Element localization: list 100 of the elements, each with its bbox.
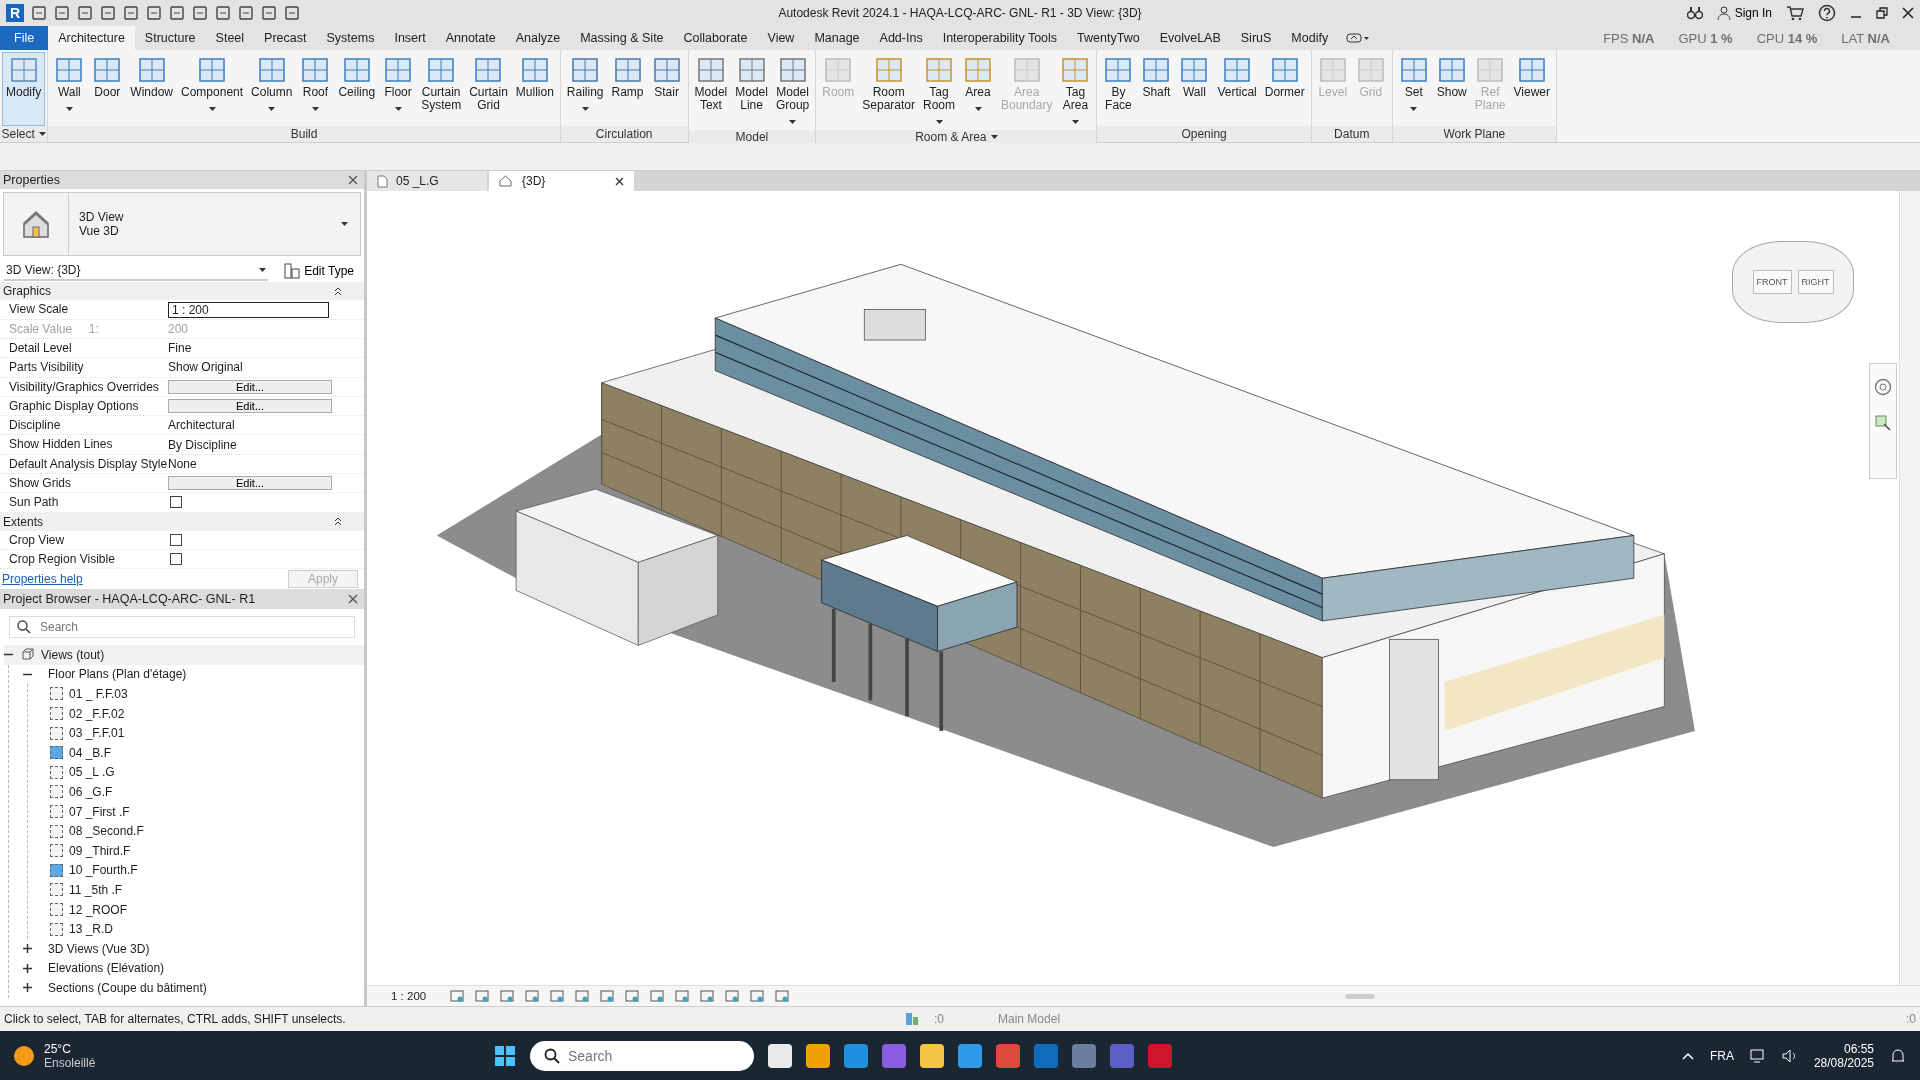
ribbon-tab[interactable]: Add-Ins [869, 26, 933, 50]
app-icon[interactable] [958, 1043, 982, 1068]
worksharing-icon[interactable] [904, 1011, 920, 1027]
ribbon-tool-button[interactable]: Model Group [771, 52, 814, 130]
ribbon-tool-button[interactable]: Model Text [690, 52, 732, 130]
toolbar-icon[interactable] [54, 5, 70, 21]
ribbon-tool-button[interactable]: Show [1432, 52, 1471, 126]
restore-icon[interactable] [1876, 7, 1888, 19]
view-scale-label[interactable]: 1 : 200 [391, 990, 427, 1002]
panel-toggle-icon[interactable] [1346, 32, 1371, 44]
document-tab[interactable]: 05 _L.G [367, 171, 487, 191]
tree-item[interactable]: 11 _5th .F [50, 880, 364, 900]
ribbon-tab[interactable]: Interoperability Tools [932, 26, 1068, 50]
ribbon-tool-button[interactable]: Dormer [1260, 52, 1309, 126]
zoom-icon[interactable] [1874, 414, 1892, 432]
ribbon-tool-button[interactable]: Modify [2, 52, 46, 126]
tree-item[interactable]: 10 _Fourth.F [50, 860, 364, 881]
ribbon-tab[interactable]: EvolveLAB [1149, 26, 1231, 50]
view-control-icon[interactable] [774, 988, 791, 1004]
panel-title[interactable]: Select [0, 126, 48, 142]
toolbar-icon[interactable] [77, 5, 93, 21]
app-icon[interactable] [920, 1043, 944, 1068]
checkbox[interactable] [170, 553, 182, 566]
document-tab[interactable]: {3D} [489, 171, 635, 191]
toolbar-icon[interactable] [192, 5, 208, 21]
property-value[interactable]: Architectural [168, 418, 235, 433]
checkbox[interactable] [170, 496, 182, 509]
app-logo[interactable]: R [6, 4, 24, 22]
view-control-icon[interactable] [524, 988, 541, 1004]
ribbon-tool-button[interactable]: Window [126, 52, 178, 126]
view-control-icon[interactable] [449, 988, 466, 1004]
view-control-icon[interactable] [649, 988, 666, 1004]
chevron-up-icon[interactable] [1681, 1051, 1694, 1060]
ribbon-tab[interactable]: File [0, 26, 49, 50]
view-control-icon[interactable] [749, 988, 766, 1004]
ribbon-tool-button[interactable]: Tag Room [919, 52, 959, 130]
ribbon-tool-button[interactable]: By Face [1099, 52, 1138, 126]
viewcube[interactable]: FRONT RIGHT [1732, 241, 1854, 323]
view-control-icon[interactable] [574, 988, 591, 1004]
tree-item[interactable]: 04 _B.F [50, 742, 364, 763]
ribbon-tab[interactable]: SiruS [1230, 26, 1282, 50]
viewcube-face-label[interactable]: RIGHT [1797, 270, 1834, 294]
ribbon-tab[interactable]: Systems [316, 26, 385, 50]
ribbon-tab[interactable]: View [757, 26, 805, 50]
collapse-icon[interactable] [334, 517, 342, 527]
sign-in-button[interactable]: Sign In [1716, 6, 1772, 20]
property-value[interactable]: None [168, 456, 197, 471]
toolbar-icon[interactable] [215, 5, 231, 21]
ribbon-tool-button[interactable]: Model Line [731, 52, 772, 130]
sun-icon[interactable] [14, 1045, 34, 1066]
ribbon-tab[interactable]: Manage [804, 26, 870, 50]
ribbon-tool-button[interactable]: Curtain Grid [465, 52, 512, 126]
ribbon-tab[interactable]: Steel [205, 26, 255, 50]
ribbon-tool-button[interactable]: Wall [1175, 52, 1214, 126]
tree-item[interactable]: Views (tout) [4, 645, 364, 665]
ribbon-tab[interactable]: Architecture [48, 26, 135, 50]
ribbon-tool-button[interactable]: Ceiling [334, 52, 380, 126]
toolbar-icon[interactable] [261, 5, 277, 21]
instance-dropdown[interactable]: 3D View: {3D} [4, 260, 269, 281]
app-icon[interactable] [806, 1043, 830, 1068]
tree-item[interactable]: 09 _Third.F [50, 840, 364, 861]
view-control-icon[interactable] [699, 988, 716, 1004]
ribbon-tool-button[interactable]: Tag Area [1056, 52, 1095, 130]
network-icon[interactable] [1749, 1048, 1766, 1063]
binoculars-icon[interactable] [1686, 6, 1703, 20]
property-value[interactable]: Show Original [168, 360, 243, 375]
collapse-icon[interactable] [334, 286, 342, 296]
app-icon[interactable] [768, 1043, 792, 1068]
viewcube-face-label[interactable]: FRONT [1752, 270, 1792, 294]
tree-item[interactable]: 05 _L .G [50, 762, 364, 783]
ribbon-tab[interactable]: Massing & Site [570, 26, 674, 50]
steering-wheel-icon[interactable] [1874, 378, 1892, 396]
close-icon[interactable] [1902, 7, 1914, 19]
tree-item[interactable]: Elevations (Elévation) [23, 958, 364, 979]
property-value[interactable]: By Discipline [168, 437, 237, 452]
tree-item[interactable]: 13 _R.D [50, 919, 364, 939]
ribbon-tab[interactable]: Analyze [505, 26, 571, 50]
toolbar-icon[interactable] [100, 5, 116, 21]
view-control-icon[interactable] [549, 988, 566, 1004]
edit-button[interactable]: Edit... [168, 379, 332, 394]
start-icon[interactable] [494, 1044, 516, 1067]
cart-icon[interactable] [1786, 5, 1804, 21]
ribbon-tab[interactable]: Annotate [435, 26, 506, 50]
ribbon-tool-button[interactable]: Column [247, 52, 297, 126]
ribbon-tool-button[interactable]: Curtain System [417, 52, 466, 126]
ribbon-tool-button[interactable]: Set [1394, 52, 1433, 126]
properties-help-link[interactable]: Properties help [2, 572, 83, 587]
tree-item[interactable]: Sections (Coupe du bâtiment) [23, 978, 364, 998]
taskbar-search-field[interactable]: Search [530, 1040, 754, 1071]
ribbon-tool-button[interactable]: Vertical [1213, 52, 1261, 126]
language-indicator[interactable]: FRA [1709, 1048, 1734, 1063]
ribbon-tool-button[interactable]: Wall [50, 52, 89, 126]
ribbon-tab[interactable]: Modify [1281, 26, 1339, 50]
tree-item[interactable]: 03 _F.F.01 [50, 723, 364, 743]
tree-item[interactable]: Floor Plans (Plan d'étage) [23, 664, 364, 685]
edit-type-button[interactable]: Edit Type [278, 261, 360, 280]
property-input[interactable]: 1 : 200 [168, 301, 329, 318]
ribbon-tab[interactable]: Collaborate [673, 26, 758, 50]
speaker-icon[interactable] [1781, 1048, 1798, 1063]
ribbon-tool-button[interactable]: Shaft [1137, 52, 1176, 126]
